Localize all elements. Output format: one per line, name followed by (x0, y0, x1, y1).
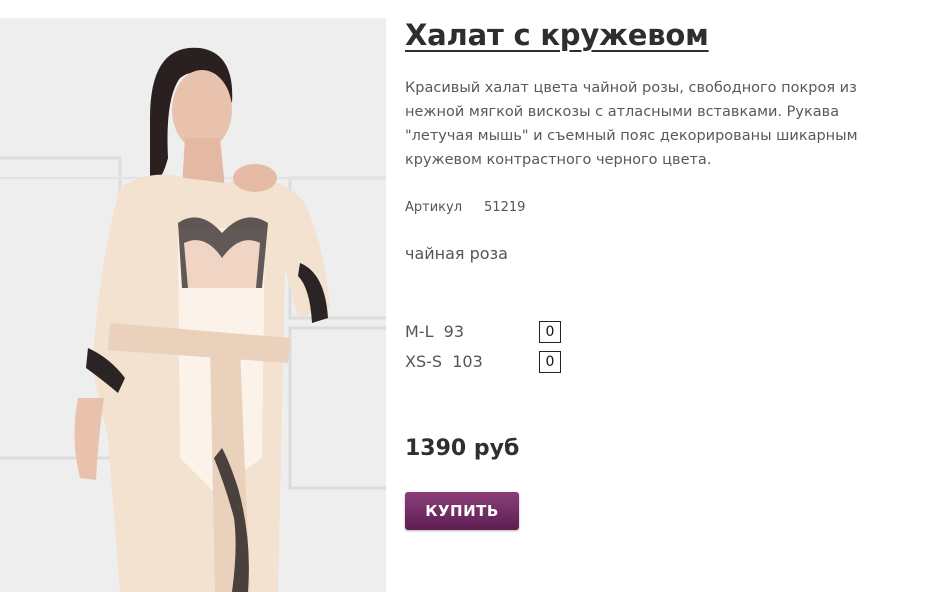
size-row: XS-S 103 (405, 349, 575, 379)
sku: Артикул 51219 (405, 200, 525, 215)
product-photo (0, 18, 386, 592)
sku-label: Артикул (405, 200, 463, 215)
quantity-input[interactable] (539, 321, 561, 343)
sku-value: 51219 (484, 200, 526, 215)
product-description: Красивый халат цвета чайной розы, свобод… (405, 80, 858, 168)
product-title: Халат с кружевом (405, 18, 709, 52)
size-label: XS-S 103 (405, 352, 483, 371)
size-label: M-L 93 (405, 322, 465, 341)
size-list: M-L 93 XS-S 103 (405, 319, 575, 379)
quantity-input[interactable] (539, 351, 561, 373)
size-row: M-L 93 (405, 319, 575, 349)
product-price: 1390 руб (405, 436, 520, 461)
product-color: чайная роза (405, 244, 508, 263)
buy-button[interactable]: КУПИТЬ (405, 492, 519, 530)
